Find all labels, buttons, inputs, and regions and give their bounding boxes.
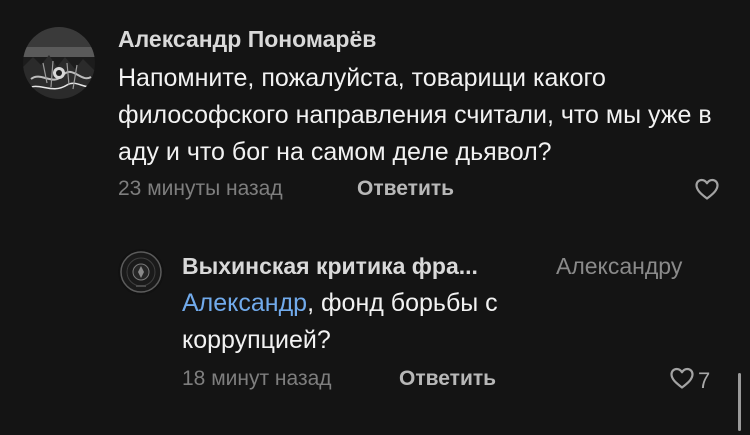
like-button[interactable] (694, 177, 720, 206)
avatar-image (23, 27, 95, 99)
scrollbar[interactable] (738, 373, 741, 431)
comment-text: Александр, фонд борьбы с коррупцией? (182, 285, 602, 359)
like-button[interactable]: 7 (669, 366, 710, 395)
comment-timestamp: 18 минут назад (182, 367, 332, 390)
reply-button[interactable]: Ответить (357, 177, 454, 201)
comment-timestamp: 23 минуты назад (118, 177, 283, 200)
comment-text: Напомните, пожалуйста, товарищи какого ф… (118, 64, 712, 166)
avatar[interactable] (23, 27, 95, 99)
like-count: 7 (698, 367, 711, 393)
comment-author[interactable]: Александр Пономарёв (118, 26, 376, 53)
reply-button[interactable]: Ответить (399, 367, 496, 391)
avatar[interactable] (118, 249, 164, 295)
avatar-image (118, 249, 164, 295)
comment-author[interactable]: Выхинская критика фра... (182, 253, 478, 280)
user-mention[interactable]: Александр (182, 289, 307, 317)
heart-outline-icon (669, 366, 695, 395)
heart-outline-icon (694, 177, 720, 206)
reply-to-name[interactable]: Александру (556, 253, 682, 280)
